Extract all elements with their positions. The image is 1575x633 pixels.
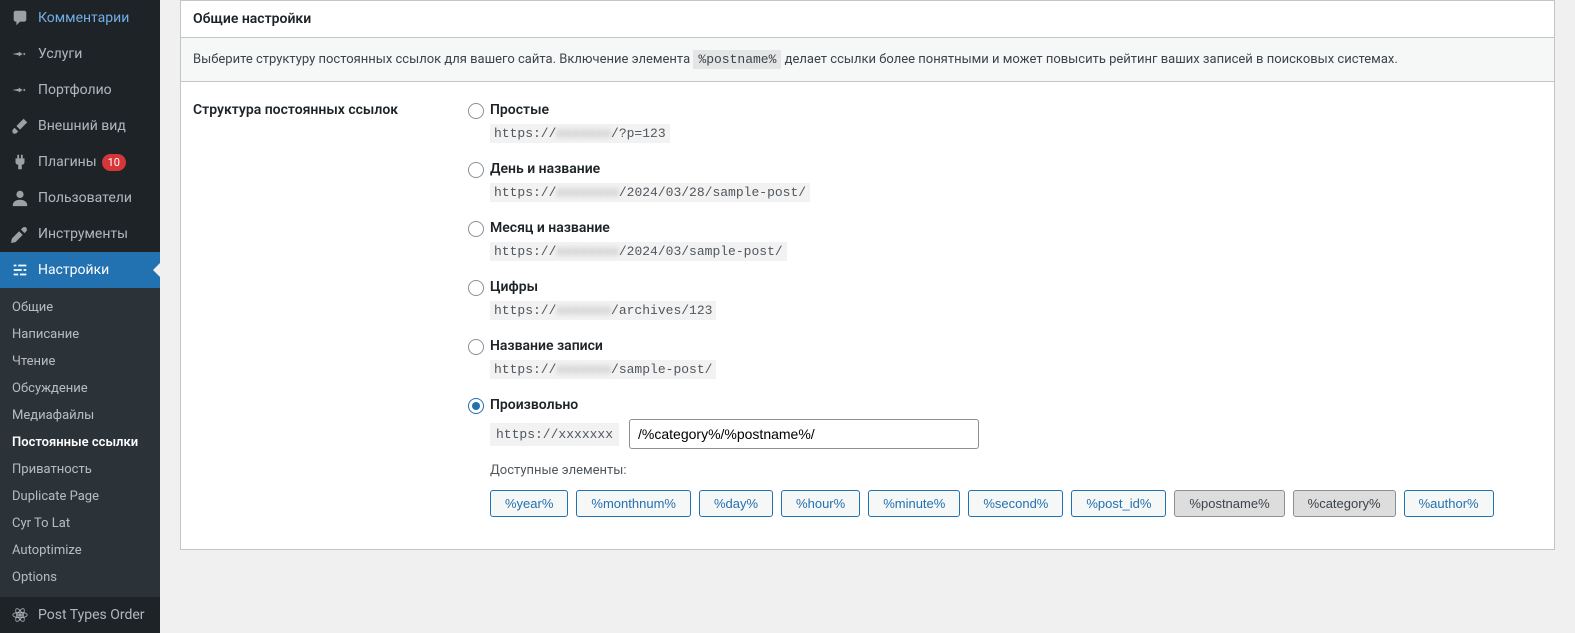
desc-text-after: делает ссылки более понятными и может по… (785, 52, 1398, 67)
option-label: Цифры (490, 279, 1542, 295)
radio-monthname[interactable] (468, 221, 484, 237)
sidebar-item-comments[interactable]: Комментарии (0, 0, 160, 36)
submenu-item-privacy[interactable]: Приватность (0, 456, 160, 483)
sidebar-item-label: Post Types Order (38, 607, 145, 623)
permalink-option-numeric: Цифры https://xxxxxxx/archives/123 (468, 279, 1542, 320)
option-label: День и название (490, 161, 1542, 177)
sidebar-item-label: Настройки (38, 262, 109, 278)
option-label: Простые (490, 102, 1542, 118)
option-label: Произвольно (490, 397, 1542, 413)
sidebar-item-label: Пользователи (38, 190, 132, 206)
submenu-item-autoptimize[interactable]: Autoptimize (0, 537, 160, 564)
submenu-item-discussion[interactable]: Обсуждение (0, 375, 160, 402)
sidebar-item-label: Услуги (38, 46, 82, 62)
token-year[interactable]: %year% (490, 490, 568, 517)
current-marker (153, 262, 161, 278)
settings-submenu: Общие Написание Чтение Обсуждение Медиаф… (0, 288, 160, 597)
radio-dayname[interactable] (468, 162, 484, 178)
desc-text-before: Выберите структуру постоянных ссылок для… (193, 52, 693, 67)
permalink-option-dayname: День и название https://xxxxxxxx/2024/03… (468, 161, 1542, 202)
option-example: https://xxxxxxxx/2024/03/sample-post/ (490, 242, 1542, 261)
radio-plain[interactable] (468, 103, 484, 119)
option-example: https://xxxxxxx/sample-post/ (490, 360, 1542, 379)
pin-icon (10, 44, 30, 64)
token-author[interactable]: %author% (1404, 490, 1494, 517)
token-postid[interactable]: %post_id% (1071, 490, 1166, 517)
admin-sidebar: Комментарии Услуги Портфолио Внешний вид… (0, 0, 160, 633)
sidebar-item-label: Портфолио (38, 82, 112, 98)
sidebar-item-appearance[interactable]: Внешний вид (0, 108, 160, 144)
submenu-item-options[interactable]: Options (0, 564, 160, 591)
submenu-item-duplicate[interactable]: Duplicate Page (0, 483, 160, 510)
permalink-option-postname: Название записи https://xxxxxxx/sample-p… (468, 338, 1542, 379)
form-table: Структура постоянных ссылок Простые http… (181, 82, 1554, 549)
sidebar-item-services[interactable]: Услуги (0, 36, 160, 72)
token-minute[interactable]: %minute% (868, 490, 960, 517)
token-category[interactable]: %category% (1293, 490, 1396, 517)
submenu-item-permalinks[interactable]: Постоянные ссылки (0, 429, 160, 456)
comment-icon (10, 8, 30, 28)
token-hour[interactable]: %hour% (781, 490, 860, 517)
option-example: https://xxxxxxx/?p=123 (490, 124, 1542, 143)
option-label: Месяц и название (490, 220, 1542, 236)
token-postname[interactable]: %postname% (1174, 490, 1284, 517)
sliders-icon (10, 260, 30, 280)
atom-icon (10, 605, 30, 625)
permalink-options: Простые https://xxxxxxx/?p=123 День и на… (468, 102, 1542, 529)
permalink-option-custom: Произвольно https://xxxxxxx Доступные эл… (468, 397, 1542, 517)
content-area: Общие настройки Выберите структуру посто… (160, 0, 1575, 633)
submenu-item-writing[interactable]: Написание (0, 321, 160, 348)
token-day[interactable]: %day% (699, 490, 773, 517)
site-url-prefix: https://xxxxxxx (490, 423, 619, 446)
wrench-icon (10, 224, 30, 244)
option-example: https://xxxxxxxx/2024/03/28/sample-post/ (490, 183, 1542, 202)
pin-icon (10, 80, 30, 100)
plug-icon (10, 152, 30, 172)
sidebar-item-portfolio[interactable]: Портфолио (0, 72, 160, 108)
custom-structure-row: https://xxxxxxx (490, 419, 1542, 449)
panel-description: Выберите структуру постоянных ссылок для… (181, 38, 1554, 82)
user-icon (10, 188, 30, 208)
option-example: https://xxxxxxx/archives/123 (490, 301, 1542, 320)
radio-postname[interactable] (468, 339, 484, 355)
token-monthnum[interactable]: %monthnum% (576, 490, 691, 517)
submenu-item-general[interactable]: Общие (0, 294, 160, 321)
sidebar-item-settings[interactable]: Настройки (0, 252, 160, 288)
radio-custom[interactable] (468, 398, 484, 414)
panel-header: Общие настройки (181, 1, 1554, 38)
settings-panel: Общие настройки Выберите структуру посто… (180, 0, 1555, 550)
token-second[interactable]: %second% (968, 490, 1063, 517)
sidebar-item-label: Инструменты (38, 226, 128, 242)
available-tokens-label: Доступные элементы: (490, 463, 1542, 478)
sidebar-item-pto[interactable]: Post Types Order (0, 597, 160, 633)
option-label: Название записи (490, 338, 1542, 354)
sidebar-item-tools[interactable]: Инструменты (0, 216, 160, 252)
brush-icon (10, 116, 30, 136)
sidebar-item-users[interactable]: Пользователи (0, 180, 160, 216)
section-label: Структура постоянных ссылок (193, 102, 468, 529)
submenu-item-media[interactable]: Медиафайлы (0, 402, 160, 429)
sidebar-item-label: Внешний вид (38, 118, 126, 134)
token-row: %year% %monthnum% %day% %hour% %minute% … (490, 490, 1542, 517)
custom-structure-input[interactable] (629, 419, 979, 449)
sidebar-item-label: Комментарии (38, 10, 129, 26)
permalink-option-monthname: Месяц и название https://xxxxxxxx/2024/0… (468, 220, 1542, 261)
sidebar-item-label: Плагины (38, 154, 97, 170)
sidebar-item-plugins[interactable]: Плагины 10 (0, 144, 160, 180)
submenu-item-reading[interactable]: Чтение (0, 348, 160, 375)
desc-code-token: %postname% (693, 50, 781, 69)
permalink-option-plain: Простые https://xxxxxxx/?p=123 (468, 102, 1542, 143)
update-badge: 10 (102, 154, 126, 171)
submenu-item-cyrtolat[interactable]: Cyr To Lat (0, 510, 160, 537)
radio-numeric[interactable] (468, 280, 484, 296)
